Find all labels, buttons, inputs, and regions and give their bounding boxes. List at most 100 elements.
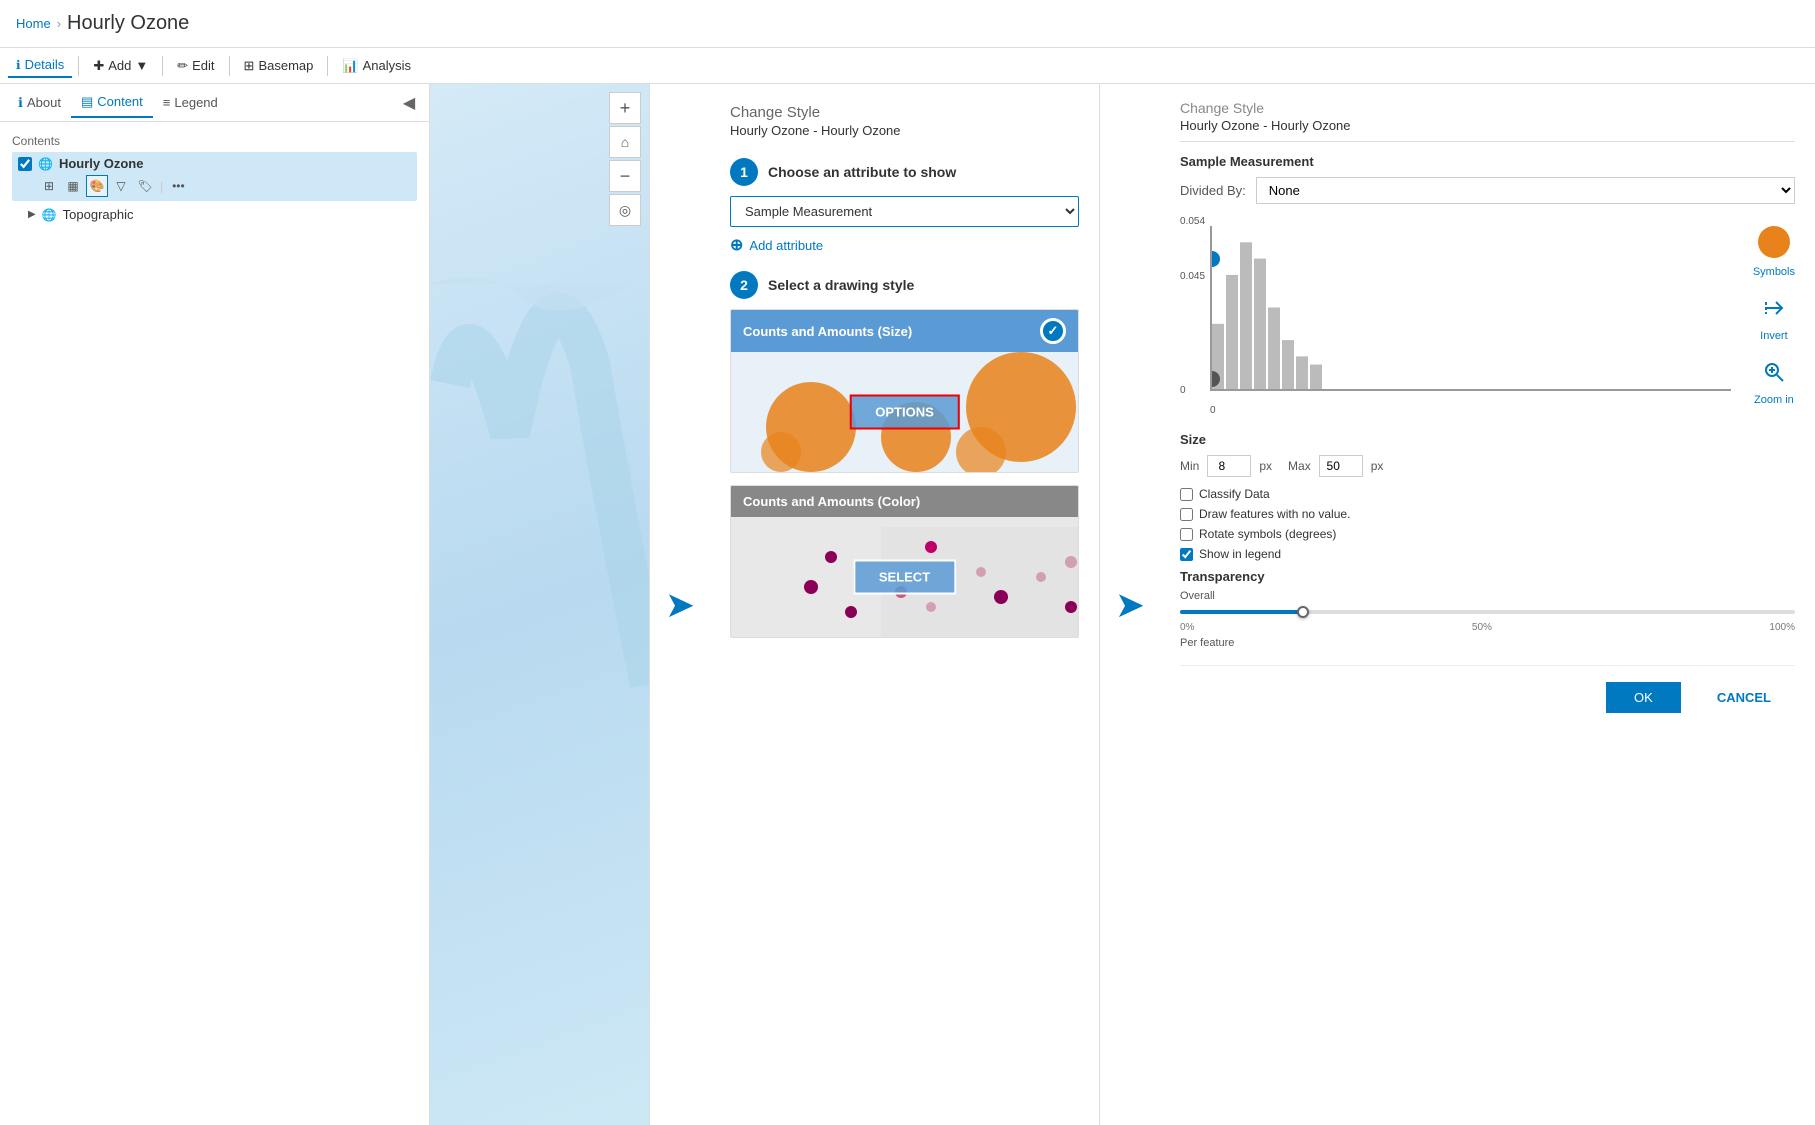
symbol-circle[interactable]: [1758, 226, 1790, 258]
pct-0-label: 0%: [1180, 622, 1194, 633]
hist-top-label: 0.054: [1180, 216, 1205, 227]
style-card-size[interactable]: Counts and Amounts (Size) ✓ OPTIONS: [730, 309, 1079, 473]
sub-layer-name: Topographic: [63, 207, 134, 222]
size-min-unit: px: [1259, 459, 1272, 473]
right-panel-title: Change Style: [1180, 100, 1795, 116]
rotate-checkbox[interactable]: [1180, 528, 1193, 541]
classify-data-label: Classify Data: [1199, 487, 1270, 501]
basemap-icon: ⊞: [244, 58, 255, 74]
add-attribute-link[interactable]: ⊕ Add attribute: [730, 235, 1079, 255]
add-icon: ✚: [93, 58, 104, 74]
show-legend-checkbox[interactable]: [1180, 548, 1193, 561]
add-attribute-icon: ⊕: [730, 235, 743, 255]
attribute-select[interactable]: Sample Measurement: [730, 196, 1079, 227]
step2-label: Select a drawing style: [768, 277, 914, 293]
hist-bottom-label: 0: [1180, 385, 1186, 396]
details-icon: ℹ: [16, 58, 21, 72]
hist-mid-label: 0.045: [1180, 271, 1205, 282]
location-map-button[interactable]: ◎: [609, 194, 641, 226]
show-legend-label: Show in legend: [1199, 547, 1281, 561]
classify-data-checkbox[interactable]: [1180, 488, 1193, 501]
page-title: Hourly Ozone: [67, 12, 189, 35]
options-button[interactable]: OPTIONS: [849, 395, 960, 430]
overall-label: Overall: [1180, 590, 1795, 602]
size-max-unit: px: [1371, 459, 1384, 473]
ok-button[interactable]: OK: [1606, 682, 1681, 713]
divided-by-select[interactable]: None: [1256, 177, 1795, 204]
size-section-title: Size: [1180, 432, 1795, 447]
layer-item: 🌐 Hourly Ozone ⊞ ▦ 🎨 ▽ 🏷 | •••: [12, 152, 417, 201]
breadcrumb-sep: ›: [57, 16, 61, 31]
layer-tool-labels[interactable]: 🏷: [134, 175, 156, 197]
sub-layer-item: ▶ 🌐 Topographic: [12, 201, 417, 222]
style-size-label: Counts and Amounts (Size): [743, 324, 912, 339]
zoom-in-label: Zoom in: [1754, 394, 1794, 406]
select-button[interactable]: SELECT: [853, 560, 956, 595]
invert-label: Invert: [1760, 330, 1788, 342]
rotate-label: Rotate symbols (degrees): [1199, 527, 1336, 541]
layer-tool-style[interactable]: 🎨: [86, 175, 108, 197]
no-value-label: Draw features with no value.: [1199, 507, 1350, 521]
zoom-in-map-button[interactable]: +: [609, 92, 641, 124]
add-chevron-icon: ▼: [135, 58, 148, 73]
layer-tool-table[interactable]: ⊞: [38, 175, 60, 197]
analysis-icon: 📊: [342, 58, 358, 74]
home-map-button[interactable]: ⌂: [609, 126, 641, 158]
details-button[interactable]: ℹ Details: [8, 53, 72, 78]
sample-measurement-title: Sample Measurement: [1180, 154, 1795, 169]
hist-x-label: 0: [1210, 405, 1216, 416]
edit-button[interactable]: ✏ Edit: [169, 54, 222, 78]
transparency-title: Transparency: [1180, 569, 1795, 584]
tab-content[interactable]: ▤ Content: [71, 88, 153, 118]
step1-label: Choose an attribute to show: [768, 164, 956, 180]
sub-layer-expand-icon: ▶: [28, 209, 36, 220]
style-card-color[interactable]: Counts and Amounts (Color): [730, 485, 1079, 638]
layer-checkbox[interactable]: [18, 157, 32, 171]
sub-layer-icon: 🌐: [42, 208, 57, 222]
no-value-checkbox[interactable]: [1180, 508, 1193, 521]
cancel-button[interactable]: CANCEL: [1693, 682, 1795, 713]
style-color-label: Counts and Amounts (Color): [743, 494, 920, 509]
right-panel-subtitle: Hourly Ozone - Hourly Ozone: [1180, 118, 1795, 142]
layer-tool-more[interactable]: •••: [167, 175, 189, 197]
style-size-check: ✓: [1040, 318, 1066, 344]
layer-tool-filter[interactable]: ▽: [110, 175, 132, 197]
change-style-title: Change Style: [730, 104, 1079, 121]
about-icon: ℹ: [18, 95, 23, 111]
transparency-section: Transparency Overall 0% 50% 100% Per fea…: [1180, 569, 1795, 649]
tab-about[interactable]: ℹ About: [8, 89, 71, 117]
analysis-button[interactable]: 📊 Analysis: [334, 54, 419, 78]
tab-legend[interactable]: ≡ Legend: [153, 89, 228, 116]
size-min-input[interactable]: [1207, 455, 1251, 477]
divided-by-label: Divided By:: [1180, 183, 1246, 198]
rotate-checkbox-row[interactable]: Rotate symbols (degrees): [1180, 527, 1795, 541]
invert-button[interactable]: [1760, 294, 1788, 322]
contents-label: Contents: [12, 130, 417, 152]
zoom-out-map-button[interactable]: −: [609, 160, 641, 192]
layer-name: Hourly Ozone: [59, 156, 144, 171]
add-button[interactable]: ✚ Add ▼: [85, 54, 156, 78]
arrow-2: ➤: [1115, 584, 1145, 626]
no-value-checkbox-row[interactable]: Draw features with no value.: [1180, 507, 1795, 521]
edit-icon: ✏: [177, 58, 188, 74]
layer-tool-grid[interactable]: ▦: [62, 175, 84, 197]
size-max-input[interactable]: [1319, 455, 1363, 477]
basemap-button[interactable]: ⊞ Basemap: [236, 54, 322, 78]
transparency-slider-thumb[interactable]: [1297, 606, 1309, 618]
collapse-sidebar-button[interactable]: ◀: [397, 91, 421, 115]
pct-50-label: 50%: [1472, 622, 1492, 633]
home-link[interactable]: Home: [16, 16, 51, 31]
change-style-subtitle: Hourly Ozone - Hourly Ozone: [730, 123, 1079, 138]
content-icon: ▤: [81, 94, 93, 110]
zoom-in-button[interactable]: [1760, 358, 1788, 386]
per-feature-label: Per feature: [1180, 637, 1795, 649]
step2-num: 2: [730, 271, 758, 299]
classify-data-checkbox-row[interactable]: Classify Data: [1180, 487, 1795, 501]
symbols-label: Symbols: [1753, 266, 1795, 278]
legend-icon: ≡: [163, 95, 171, 110]
arrow-1: ➤: [665, 584, 695, 626]
step1-num: 1: [730, 158, 758, 186]
size-min-label: Min: [1180, 459, 1199, 473]
pct-100-label: 100%: [1769, 622, 1795, 633]
show-legend-checkbox-row[interactable]: Show in legend: [1180, 547, 1795, 561]
